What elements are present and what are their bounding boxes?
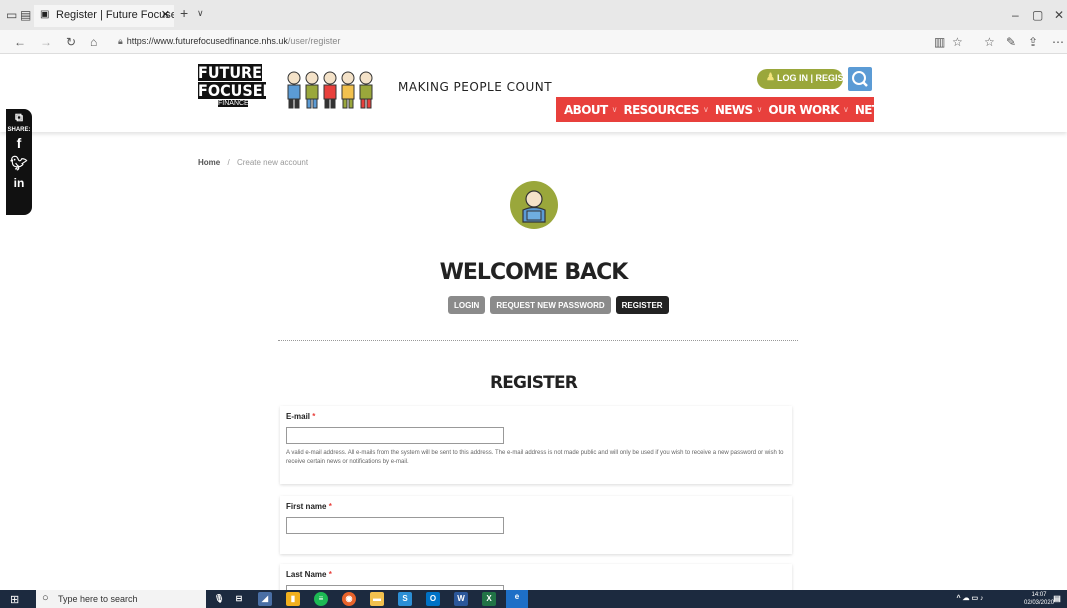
email-input[interactable] xyxy=(286,427,504,444)
tab-dropdown-icon[interactable]: ∨ xyxy=(197,8,204,19)
browser-tab[interactable]: ▣ Register | Future Focuse ✕ xyxy=(34,5,174,27)
microphone-icon[interactable]: 🎙︎ xyxy=(212,592,226,606)
url-path: /user/register xyxy=(287,36,341,46)
account-tabs: LOGIN REQUEST NEW PASSWORD REGISTER xyxy=(448,296,674,314)
taskbar-search-placeholder: Type here to search xyxy=(58,594,138,604)
search-button[interactable] xyxy=(848,67,872,91)
main-navigation: ABOUT ∨ RESOURCES ∨ NEWS ∨ OUR WORK ∨ NETWOR… xyxy=(556,97,928,122)
nav-item-news[interactable]: NEWS xyxy=(715,103,753,117)
file-explorer-icon[interactable]: ▬ xyxy=(370,592,384,606)
chevron-down-icon[interactable]: ∨ xyxy=(843,105,849,114)
share-icon[interactable]: ⧉ xyxy=(6,111,32,125)
back-icon[interactable]: ← xyxy=(14,35,26,49)
reader-avatar-icon xyxy=(510,181,558,229)
people-illustration-icon xyxy=(287,71,373,109)
notifications-icon[interactable]: ▤ xyxy=(1050,592,1064,606)
chevron-down-icon[interactable]: ∨ xyxy=(703,105,709,114)
refresh-icon[interactable]: ↻ xyxy=(66,35,76,49)
tab-request-new-password[interactable]: REQUEST NEW PASSWORD xyxy=(490,296,611,314)
tab-list-icon[interactable]: ▤ xyxy=(20,8,31,22)
nav-item-our-work[interactable]: OUR WORK xyxy=(768,103,839,117)
last-name-field-group: Last Name * xyxy=(280,564,792,590)
system-tray-icons[interactable]: ^ ☁ ▭ ♪ xyxy=(940,592,1000,606)
welcome-heading: WELCOME BACK xyxy=(439,260,629,285)
favorite-star-icon[interactable]: ☆ xyxy=(952,35,963,49)
site-logo[interactable]: FUTURE FOCUSED FINANCE xyxy=(198,63,275,120)
nav-item-about[interactable]: ABOUT xyxy=(564,103,608,117)
excel-icon[interactable]: X xyxy=(482,592,496,606)
breadcrumb-current: Create new account xyxy=(236,158,309,167)
site-tagline: MAKING PEOPLE COUNT xyxy=(398,80,553,94)
first-name-label: First name * xyxy=(286,502,332,511)
address-bar: ← → ↻ ⌂ 🔒︎ https://www.futurefocusedfinan… xyxy=(0,30,1067,54)
tab-actions-icon[interactable]: ▭ xyxy=(6,8,17,22)
logo-line-3: FINANCE xyxy=(218,100,249,107)
cortana-icon: ○ xyxy=(42,592,49,604)
home-icon[interactable]: ⌂ xyxy=(90,35,97,49)
minimize-icon[interactable]: – xyxy=(1012,8,1019,22)
login-register-button[interactable]: ♟ LOG IN | REGISTER xyxy=(757,69,862,89)
share-icon[interactable]: ⇪ xyxy=(1028,35,1038,49)
word-icon[interactable]: W xyxy=(454,592,468,606)
browser-tab-bar: ▭ ▤ ▣ Register | Future Focuse ✕ + ∨ – ▢… xyxy=(0,0,1067,30)
twitter-icon[interactable]: 🐦︎ xyxy=(6,153,32,173)
first-name-field-group: First name * xyxy=(280,496,792,554)
register-heading: REGISTER xyxy=(489,373,578,393)
breadcrumb-separator: / xyxy=(227,158,230,167)
more-icon[interactable]: ⋯ xyxy=(1052,35,1064,49)
maximize-icon[interactable]: ▢ xyxy=(1032,8,1043,22)
forward-icon[interactable]: → xyxy=(40,35,52,49)
lock-icon: 🔒︎ xyxy=(118,36,123,46)
person-icon: ♟ xyxy=(766,72,775,83)
breadcrumb-home[interactable]: Home xyxy=(198,158,220,167)
spotify-icon[interactable]: ≡ xyxy=(314,592,328,606)
pen-icon[interactable]: ✎ xyxy=(1006,35,1016,49)
chevron-down-icon[interactable]: ∨ xyxy=(612,105,618,114)
edge-icon[interactable]: e xyxy=(506,590,528,608)
email-label: E-mail * xyxy=(286,412,316,421)
app-icon-1[interactable]: ◢ xyxy=(258,592,272,606)
logo-line-2: FOCUSED xyxy=(198,81,275,100)
chevron-down-icon[interactable]: ∨ xyxy=(757,105,763,114)
logo-line-1: FUTURE xyxy=(198,63,262,82)
tab-title: Register | Future Focuse xyxy=(56,9,174,21)
task-view-icon[interactable]: ⊟ xyxy=(232,592,246,606)
windows-start-icon[interactable]: ⊞ xyxy=(10,593,19,606)
nav-item-networks[interactable]: NETWORKS xyxy=(855,103,928,117)
tab-register[interactable]: REGISTER xyxy=(615,296,669,314)
breadcrumb: Home / Create new account xyxy=(198,158,308,167)
section-divider xyxy=(278,340,798,341)
facebook-icon[interactable]: f xyxy=(6,133,32,153)
email-help-text: A valid e-mail address. All e-mails from… xyxy=(286,450,784,465)
site-header: FUTURE FOCUSED FINANCE MAKING PEOPLE COU… xyxy=(0,54,1067,132)
linkedin-icon[interactable]: in xyxy=(6,173,32,193)
tab-login[interactable]: LOGIN xyxy=(448,296,486,314)
new-tab-icon[interactable]: + xyxy=(180,5,188,21)
url-host: https://www.futurefocusedfinance.nhs.uk xyxy=(126,36,288,46)
share-rail: ⧉ SHARE: f 🐦︎ in xyxy=(6,109,32,215)
close-tab-icon[interactable]: ✕ xyxy=(161,8,170,21)
chrome-icon[interactable]: ◉ xyxy=(342,592,356,606)
last-name-label: Last Name * xyxy=(286,570,332,579)
favorites-bar-icon[interactable]: ☆ xyxy=(984,35,995,49)
page-viewport: FUTURE FOCUSED FINANCE MAKING PEOPLE COU… xyxy=(0,54,1067,590)
app-icon-2[interactable]: ▮ xyxy=(286,592,300,606)
search-icon xyxy=(852,71,868,87)
nav-item-resources[interactable]: RESOURCES xyxy=(623,103,699,117)
skype-icon[interactable]: S xyxy=(398,592,412,606)
taskbar: ⊞ ○ Type here to search 🎙︎ ⊟ ◢ ▮ ≡ ◉ ▬ S… xyxy=(0,590,1067,608)
email-field-group: E-mail * A valid e-mail address. All e-m… xyxy=(280,406,792,484)
first-name-input[interactable] xyxy=(286,517,504,534)
close-window-icon[interactable]: ✕ xyxy=(1054,8,1064,22)
reading-view-icon[interactable]: ▥ xyxy=(934,35,945,49)
site-favicon-icon: ▣ xyxy=(40,9,50,20)
url-field[interactable]: 🔒︎ https://www.futurefocusedfinance.nhs.u… xyxy=(118,34,918,50)
outlook-icon[interactable]: O xyxy=(426,592,440,606)
taskbar-search[interactable]: ○ Type here to search xyxy=(36,590,206,608)
